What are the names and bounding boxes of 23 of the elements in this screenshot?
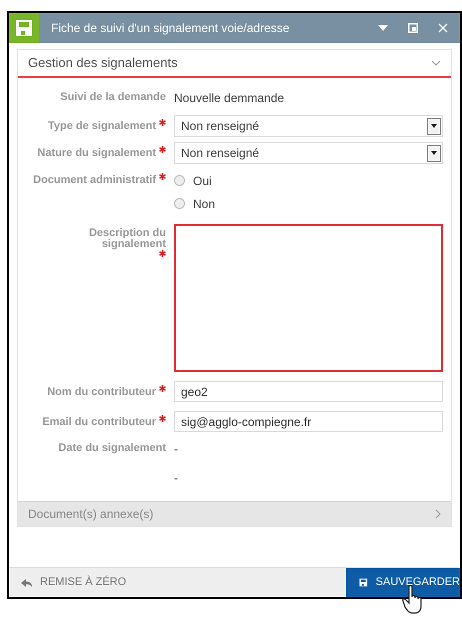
input-field[interactable]: sig@agglo-compiegne.fr [174,411,443,432]
field-label: Suivi de la demande [60,92,166,103]
section-title: Gestion des signalements [28,54,178,72]
field-label: Email du contributeur [42,417,156,428]
field-value: Nouvelle demmande [174,90,284,107]
radio-label: Oui [193,172,212,190]
field-value: - [174,470,178,487]
field-label: Description du signalement [88,228,166,250]
window-title: Fiche de suivi d'un signalement voie/adresse [51,20,290,37]
dropdown-field[interactable]: Non renseigné [174,115,443,137]
section-title: Document(s) annexe(s) [28,506,154,523]
input-field[interactable]: geo2 [174,381,443,402]
field-label: Type de signalement [48,121,156,132]
field-label: Nature du signalement [37,148,156,159]
reset-button[interactable]: REMISE À ZÉRO [9,568,346,597]
field-value: - [174,441,178,458]
dropdown-field[interactable]: Non renseigné [174,142,443,164]
field-label: Nom du contributeur [47,387,156,398]
field-label: Document administratif [33,175,156,186]
field-label: Date du signalement [58,443,166,454]
section-header[interactable]: Gestion des signalements [18,50,451,78]
radio-label: Non [193,196,216,212]
save-button[interactable]: SAUVEGARDER [346,568,460,597]
